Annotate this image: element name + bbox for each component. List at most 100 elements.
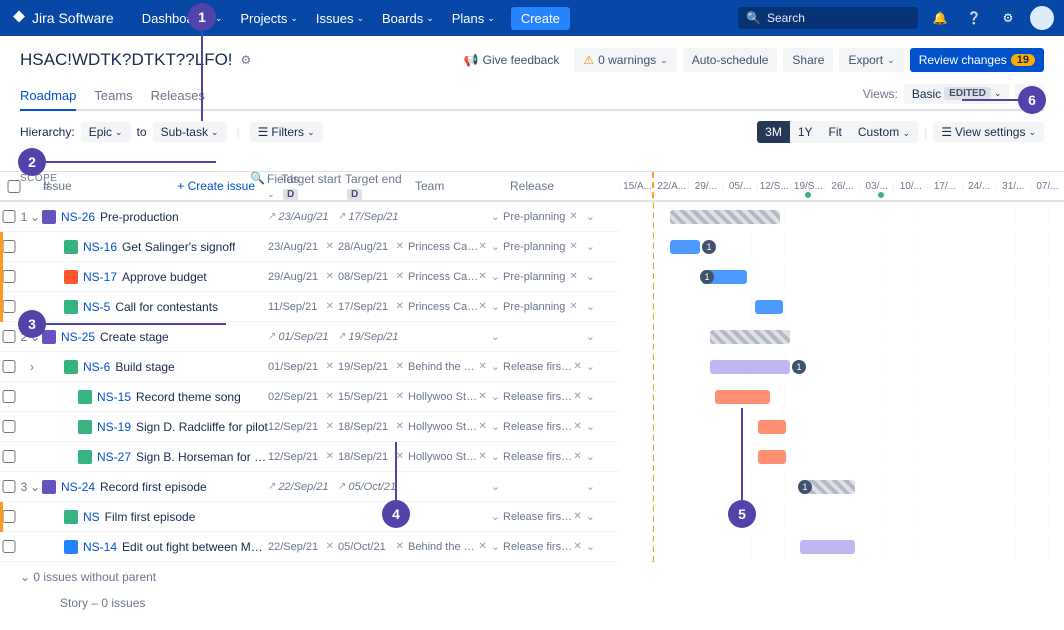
issue-row[interactable]: NS-16Get Salinger's signoff23/Aug/21✕28/… <box>0 232 620 262</box>
release-cell[interactable]: Pre-planning✕⌄ <box>503 240 598 253</box>
range-Fit[interactable]: Fit <box>821 121 850 143</box>
auto-schedule-button[interactable]: Auto-schedule <box>683 48 778 72</box>
release-cell[interactable]: Release first epi...✕⌄ <box>503 540 598 553</box>
issue-row[interactable]: NS-27Sign B. Horseman for pilot12/Sep/21… <box>0 442 620 472</box>
chevron-down-icon[interactable]: ⌄ <box>491 540 500 553</box>
chevron-down-icon[interactable]: ⌄ <box>491 480 500 493</box>
gantt-row[interactable]: 1 <box>620 352 1064 382</box>
row-checkbox[interactable] <box>0 450 18 463</box>
chevron-down-icon[interactable]: ⌄ <box>491 510 500 523</box>
dependency-badge[interactable]: 1 <box>700 270 714 284</box>
team-cell[interactable]: ⌄ <box>408 480 503 493</box>
dependency-badge[interactable]: 1 <box>702 240 716 254</box>
dependency-badge[interactable]: 1 <box>792 360 806 374</box>
gantt-bar[interactable] <box>755 300 783 314</box>
team-cell[interactable]: Hollywoo Stars✕⌄ <box>408 420 503 433</box>
clear-icon[interactable]: ✕ <box>478 361 486 372</box>
jira-logo[interactable]: Jira Software <box>10 9 114 27</box>
clear-icon[interactable]: ✕ <box>569 301 577 312</box>
row-checkbox[interactable] <box>0 390 18 403</box>
issue-cell[interactable]: NS-19Sign D. Radcliffe for pilot <box>42 420 268 434</box>
target-start[interactable]: 12/Sep/21✕ <box>268 451 338 463</box>
team-cell[interactable]: ⌄ <box>408 510 503 523</box>
issue-key[interactable]: NS-15 <box>97 390 131 404</box>
row-checkbox[interactable] <box>0 330 18 343</box>
expand-icon[interactable]: ⌄ <box>30 480 42 494</box>
gantt-bar[interactable] <box>758 450 786 464</box>
team-cell[interactable]: Princess Carolin...✕⌄ <box>408 240 503 253</box>
clear-icon[interactable]: ✕ <box>326 271 334 282</box>
clear-icon[interactable]: ✕ <box>573 361 581 372</box>
chevron-down-icon[interactable]: ⌄ <box>586 270 595 283</box>
row-checkbox[interactable] <box>0 480 18 493</box>
clear-icon[interactable]: ✕ <box>326 541 334 552</box>
clear-icon[interactable]: ✕ <box>573 511 581 522</box>
gantt-bar[interactable] <box>710 360 790 374</box>
help-icon[interactable]: ❔ <box>962 6 986 30</box>
chevron-down-icon[interactable]: ⌄ <box>586 480 595 493</box>
share-button[interactable]: Share <box>783 48 833 72</box>
gantt-row[interactable] <box>620 442 1064 472</box>
release-cell[interactable]: Release first epi...✕⌄ <box>503 360 598 373</box>
tab-roadmap[interactable]: Roadmap <box>20 82 76 111</box>
search-box[interactable]: 🔍 <box>738 7 918 29</box>
gantt-bar[interactable] <box>715 390 770 404</box>
chevron-down-icon[interactable]: ⌄ <box>586 420 595 433</box>
issues-without-parent[interactable]: ⌄ 0 issues without parent <box>0 562 1064 592</box>
avatar[interactable] <box>1030 6 1054 30</box>
team-cell[interactable]: Princess Carolin...✕⌄ <box>408 300 503 313</box>
range-Custom[interactable]: Custom ⌄ <box>850 121 918 143</box>
chevron-down-icon[interactable]: ⌄ <box>586 390 595 403</box>
gantt-row[interactable]: 1 <box>620 262 1064 292</box>
release-cell[interactable]: Release first epi...✕⌄ <box>503 450 598 463</box>
chevron-down-icon[interactable]: ⌄ <box>586 540 595 553</box>
clear-icon[interactable]: ✕ <box>573 421 581 432</box>
issue-key[interactable]: NS-17 <box>83 270 117 284</box>
chevron-down-icon[interactable]: ⌄ <box>491 360 500 373</box>
issue-row[interactable]: NSFilm first episode⌄Release first epi..… <box>0 502 620 532</box>
target-start[interactable]: 02/Sep/21✕ <box>268 391 338 403</box>
review-changes-button[interactable]: Review changes 19 <box>910 48 1044 72</box>
issue-cell[interactable]: NS-25Create stage <box>42 330 268 344</box>
issue-row[interactable]: NS-15Record theme song02/Sep/21✕15/Sep/2… <box>0 382 620 412</box>
target-start[interactable]: ↗ 22/Sep/21 <box>268 481 338 493</box>
clear-icon[interactable]: ✕ <box>396 541 404 552</box>
team-cell[interactable]: Hollywoo Stars✕⌄ <box>408 390 503 403</box>
hierarchy-from[interactable]: Epic ⌄ <box>81 122 131 142</box>
target-start[interactable]: 01/Sep/21✕ <box>268 361 338 373</box>
expand-icon[interactable]: › <box>30 360 42 374</box>
issue-cell[interactable]: NS-6Build stage <box>42 360 268 374</box>
target-end[interactable]: 05/Oct/21✕ <box>338 541 408 553</box>
issue-key[interactable]: NS-25 <box>61 330 95 344</box>
gantt-row[interactable] <box>620 412 1064 442</box>
range-1Y[interactable]: 1Y <box>790 121 821 143</box>
gantt-row[interactable]: 1 <box>620 232 1064 262</box>
create-button[interactable]: Create <box>511 7 570 30</box>
release-cell[interactable]: ⌄ <box>503 330 598 343</box>
chevron-down-icon[interactable]: ⌄ <box>586 330 595 343</box>
clear-icon[interactable]: ✕ <box>326 301 334 312</box>
clear-icon[interactable]: ✕ <box>478 541 486 552</box>
tab-releases[interactable]: Releases <box>151 82 205 111</box>
issue-cell[interactable]: NS-24Record first episode <box>42 480 268 494</box>
target-end[interactable]: 08/Sep/21✕ <box>338 271 408 283</box>
gantt-row[interactable] <box>620 322 1064 352</box>
release-marker[interactable] <box>805 192 811 198</box>
target-end[interactable]: 15/Sep/21✕ <box>338 391 408 403</box>
chevron-down-icon[interactable]: ⌄ <box>491 420 500 433</box>
hierarchy-to[interactable]: Sub-task ⌄ <box>153 122 227 142</box>
team-cell[interactable]: ⌄ <box>408 210 503 223</box>
notification-icon[interactable]: 🔔 <box>928 6 952 30</box>
clear-icon[interactable]: ✕ <box>396 421 404 432</box>
clear-icon[interactable]: ✕ <box>573 541 581 552</box>
target-start[interactable]: ↗ 23/Aug/21 <box>268 211 338 223</box>
target-end[interactable]: 19/Sep/21✕ <box>338 361 408 373</box>
chevron-down-icon[interactable]: ⌄ <box>491 210 500 223</box>
gantt-row[interactable] <box>620 382 1064 412</box>
clear-icon[interactable]: ✕ <box>326 421 334 432</box>
gantt-row[interactable]: 1 <box>620 472 1064 502</box>
clear-icon[interactable]: ✕ <box>573 451 581 462</box>
target-start[interactable]: 29/Aug/21✕ <box>268 271 338 283</box>
export-button[interactable]: Export ⌄ <box>839 48 903 72</box>
issue-row[interactable]: 1⌄NS-26Pre-production↗ 23/Aug/21↗ 17/Sep… <box>0 202 620 232</box>
